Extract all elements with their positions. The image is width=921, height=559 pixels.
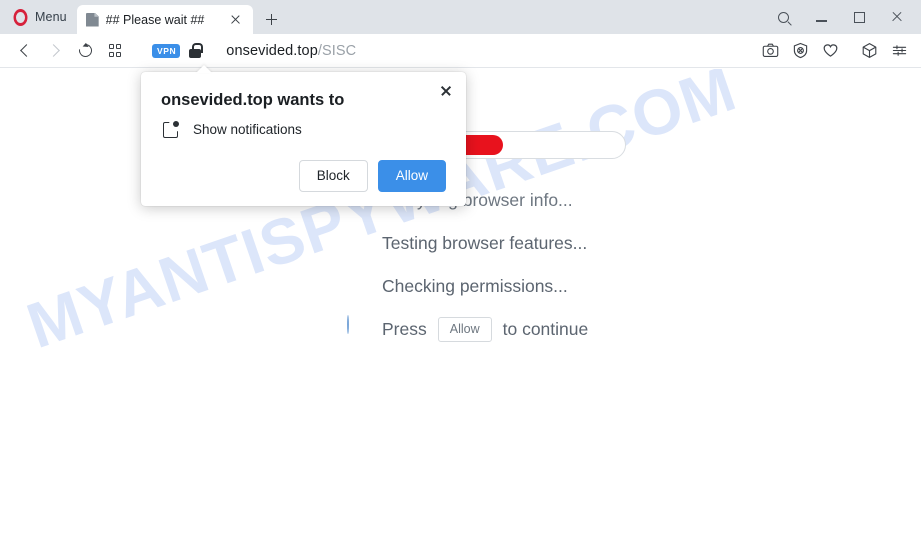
vpn-badge[interactable]: VPN [152, 43, 181, 58]
browser-tab[interactable]: ## Please wait ## [76, 5, 253, 34]
status-step: Checking permissions... [338, 265, 588, 308]
opera-logo-icon [13, 8, 28, 26]
ad-blocker-shield-icon[interactable] [787, 37, 814, 65]
new-tab-button[interactable] [261, 8, 283, 30]
maximize-icon[interactable] [841, 2, 877, 32]
status-step-label: Testing browser features... [382, 233, 588, 253]
page-favicon-icon [86, 13, 99, 27]
status-step: Testing browser features... [338, 222, 588, 265]
url-host: onsevided.top [226, 42, 318, 59]
opera-browser-window: Menu ## Please wait ## VPN onsevided.top… [0, 0, 921, 559]
notifications-icon [163, 121, 179, 137]
check-circle-icon [338, 230, 366, 258]
minimize-icon[interactable] [803, 2, 839, 32]
allow-button[interactable]: Allow [377, 160, 446, 192]
dialog-pointer-arrow [196, 65, 212, 73]
reload-button[interactable] [70, 37, 100, 65]
inline-allow-button[interactable]: Allow [437, 317, 492, 342]
navigation-toolbar: VPN onsevided.top/SISC [0, 34, 921, 68]
tab-close-icon[interactable] [225, 9, 247, 31]
back-button[interactable] [10, 37, 40, 65]
dialog-title: onsevided.top wants to [161, 91, 345, 109]
error-circle-icon [338, 273, 366, 301]
press-text: Press [382, 319, 427, 339]
cube-package-icon[interactable] [856, 37, 883, 65]
notification-permission-dialog: onsevided.top wants to Show notification… [141, 65, 466, 206]
continue-text: to continue [502, 319, 589, 339]
status-step-label: Press Allow to continue [382, 317, 588, 342]
heart-favorite-icon[interactable] [817, 37, 844, 65]
forward-button[interactable] [40, 37, 70, 65]
opera-menu-button[interactable]: Menu [0, 0, 77, 34]
window-controls [765, 0, 921, 34]
lock-icon[interactable] [189, 43, 203, 58]
close-icon[interactable] [879, 2, 915, 32]
camera-snapshot-icon[interactable] [757, 37, 784, 65]
url-path: /SISC [317, 42, 357, 59]
opera-menu-label: Menu [35, 10, 67, 24]
pending-dot-icon [338, 314, 366, 344]
easy-setup-sliders-icon[interactable] [886, 37, 913, 65]
grid-icon [108, 44, 122, 57]
tab-title: ## Please wait ## [105, 12, 205, 27]
search-icon[interactable] [765, 2, 801, 32]
dialog-close-icon[interactable] [435, 80, 457, 102]
permission-label: Show notifications [193, 121, 302, 137]
tab-overview-button[interactable] [100, 37, 130, 65]
tab-strip: Menu ## Please wait ## [0, 0, 921, 34]
address-bar[interactable]: VPN onsevided.top/SISC [152, 43, 757, 59]
address-bar-url: onsevided.top/SISC [226, 43, 356, 59]
status-step: Press Allow to continue [338, 308, 588, 351]
status-step-label: Checking permissions... [382, 276, 568, 296]
toolbar-actions [757, 37, 913, 65]
block-button[interactable]: Block [298, 160, 368, 192]
dialog-actions: Block Allow [161, 160, 446, 192]
permission-request-row: Show notifications [161, 121, 446, 137]
